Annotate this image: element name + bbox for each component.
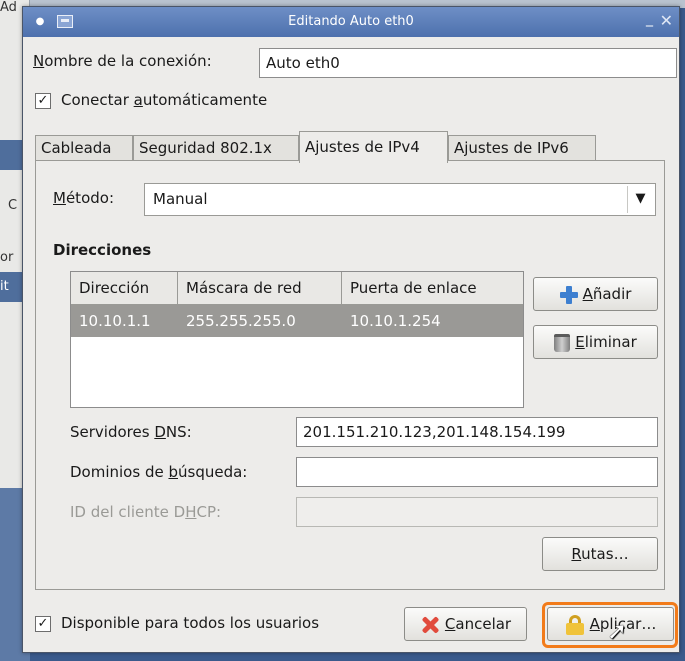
column-header-netmask[interactable]: Máscara de red — [178, 272, 342, 305]
tab-wired[interactable]: Cableada — [35, 135, 133, 162]
add-address-button[interactable]: Añadir — [533, 277, 658, 311]
method-label: Método: — [53, 189, 114, 207]
autoconnect-checkbox[interactable]: ✓ — [35, 93, 51, 109]
delete-address-button[interactable]: Eliminar — [533, 325, 658, 359]
dns-servers-label: Servidores DNS: — [70, 423, 192, 441]
connection-name-label: Nombre de la conexión: — [33, 52, 212, 70]
background-text: Ad — [0, 0, 17, 15]
dhcp-client-id-label: ID del cliente DHCP: — [70, 503, 222, 521]
background-text: C — [8, 198, 18, 213]
autoconnect-label[interactable]: Conectar automáticamente — [61, 91, 267, 109]
all-users-checkbox[interactable]: ✓ — [35, 616, 51, 632]
cancel-icon — [420, 615, 440, 635]
column-header-gateway[interactable]: Puerta de enlace — [342, 272, 523, 305]
tab-ipv6-settings[interactable]: Ajustes de IPv6 — [448, 135, 596, 162]
ipv4-settings-panel: Método: Manual ▼ Direcciones Dirección M… — [35, 160, 665, 590]
cancel-button[interactable]: Cancelar — [404, 607, 527, 641]
dns-servers-field[interactable]: 201.151.210.123,201.148.154.199 — [296, 417, 658, 447]
trash-icon — [554, 333, 571, 352]
method-dropdown[interactable]: Manual ▼ — [144, 183, 656, 216]
cell-gateway: 10.10.1.254 — [350, 312, 441, 330]
method-value: Manual — [153, 190, 208, 208]
routes-button[interactable]: Rutas… — [542, 537, 658, 571]
tab-ipv4-settings[interactable]: Ajustes de IPv4 — [299, 131, 448, 163]
background-text: it — [0, 279, 9, 294]
background-text: or — [0, 250, 14, 265]
plus-icon — [559, 285, 578, 304]
chevron-down-icon[interactable]: ▼ — [627, 186, 653, 213]
window-title: Editando Auto eth0 — [288, 14, 414, 29]
table-row[interactable]: 10.10.1.1 255.255.255.0 10.10.1.254 — [71, 305, 523, 337]
column-header-address[interactable]: Dirección — [71, 272, 178, 305]
close-icon[interactable]: ✕ — [660, 11, 673, 30]
addresses-heading: Direcciones — [53, 241, 152, 259]
search-domains-field[interactable] — [296, 457, 658, 487]
mouse-pointer-icon: ➚ — [607, 617, 628, 645]
all-users-label[interactable]: Disponible para todos los usuarios — [61, 614, 319, 632]
title-bar[interactable]: ● Editando Auto eth0 _ ✕ — [23, 7, 679, 37]
dhcp-client-id-field — [296, 497, 658, 527]
cell-address: 10.10.1.1 — [79, 312, 151, 330]
addresses-table[interactable]: Dirección Máscara de red Puerta de enlac… — [70, 271, 524, 408]
minimize-icon[interactable]: _ — [646, 11, 653, 27]
tab-security-8021x[interactable]: Seguridad 802.1x — [133, 135, 299, 162]
cell-netmask: 255.255.255.0 — [186, 312, 296, 330]
search-domains-label: Dominios de búsqueda: — [70, 463, 248, 481]
edit-connection-dialog: ● Editando Auto eth0 _ ✕ Nombre de la co… — [22, 6, 680, 653]
connection-name-field[interactable]: Auto eth0 — [259, 48, 677, 78]
